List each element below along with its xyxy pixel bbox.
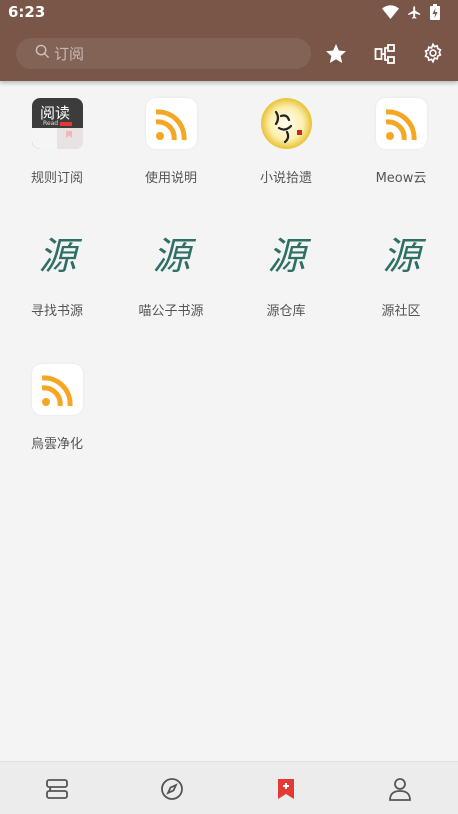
settings-icon[interactable]: [422, 42, 446, 66]
profile-icon[interactable]: [387, 776, 413, 802]
reader-logo-sub: Read: [43, 120, 59, 127]
status-bar: 6:23: [0, 0, 458, 24]
star-icon[interactable]: [324, 42, 348, 66]
subscription-label: 烏雲净化: [30, 437, 83, 452]
yuan-calligraphy-icon: 源: [38, 234, 77, 278]
subscription-item[interactable]: 阅读 Read 规则订阅: [0, 81, 114, 214]
yuan-calligraphy-icon: 源: [382, 234, 421, 278]
subscription-item[interactable]: 烏雲净化: [0, 347, 114, 480]
search-placeholder: 订阅: [54, 45, 85, 63]
group-icon[interactable]: [373, 42, 397, 66]
reader-app-icon: 阅读 Read: [32, 98, 83, 149]
subscription-item[interactable]: 使用说明: [114, 81, 228, 214]
subscription-item[interactable]: 源 源社区: [344, 214, 458, 347]
subscription-item[interactable]: Meow云: [344, 81, 458, 214]
yuan-calligraphy-icon: 源: [152, 234, 191, 278]
subscription-item[interactable]: 源 源仓库: [229, 214, 343, 347]
subscription-label: 源仓库: [266, 304, 306, 319]
search-icon: [35, 44, 50, 63]
subscription-label: Meow云: [375, 171, 427, 186]
subscription-item[interactable]: 源 寻找书源: [0, 214, 114, 347]
subscription-label: 源社区: [381, 304, 421, 319]
subscription-icon[interactable]: [273, 776, 299, 802]
bookshelf-icon[interactable]: [44, 776, 70, 802]
subscription-label: 小说拾遗: [259, 171, 312, 186]
subscription-item[interactable]: 源 喵公子书源: [114, 214, 228, 347]
search-field[interactable]: 订阅: [16, 38, 311, 69]
subscription-label: 使用说明: [144, 171, 197, 186]
wifi-icon: [382, 5, 399, 19]
subscription-label: 喵公子书源: [138, 304, 204, 319]
subscription-label: 寻找书源: [30, 304, 83, 319]
top-app-bar: 6:23 订阅: [0, 0, 458, 81]
rss-icon: [32, 364, 83, 415]
status-time: 6:23: [8, 3, 46, 21]
battery-charging-icon: [430, 4, 440, 20]
yuan-calligraphy-icon: 源: [267, 234, 306, 278]
subscription-item[interactable]: 小说 小说拾遗: [229, 81, 343, 214]
rss-icon: [376, 98, 427, 149]
explore-icon[interactable]: [159, 776, 185, 802]
subscription-label: 规则订阅: [30, 171, 83, 186]
rss-icon: [146, 98, 197, 149]
airplane-icon: [407, 5, 422, 20]
bottom-navigation: [0, 761, 458, 814]
novel-seal-icon: 小说: [261, 98, 312, 149]
